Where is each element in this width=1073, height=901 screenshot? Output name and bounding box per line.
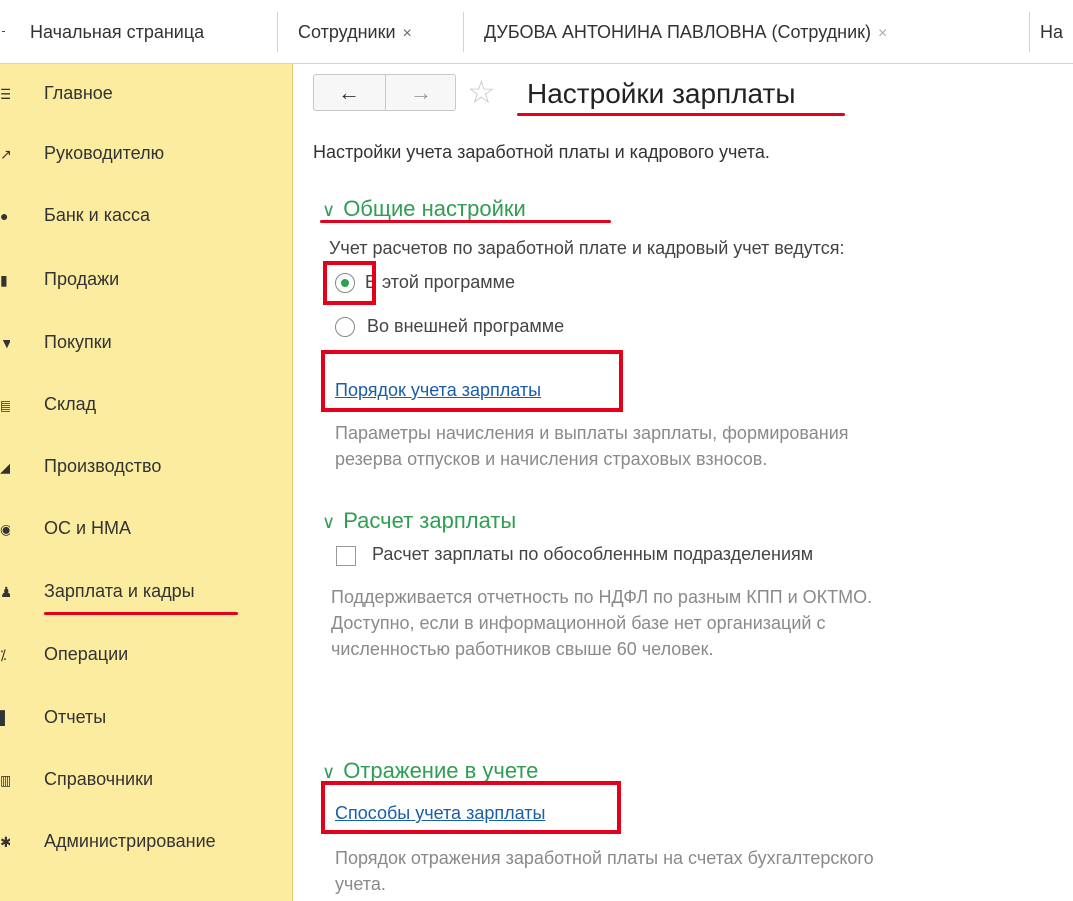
separate-divisions-label[interactable]: Расчет зарплаты по обособленным подразде… [372,544,813,565]
gear-icon: ✱ [0,834,10,850]
tab-salary-settings[interactable]: На [1040,12,1073,52]
payroll-hint: численностью работников свыше 60 человек… [331,639,714,659]
sidebar-item-label: Производство [44,456,162,476]
close-icon[interactable]: × [403,25,412,42]
reference-icon: ▥ [0,772,10,788]
close-icon[interactable]: × [878,25,887,42]
sidebar-item-bank[interactable]: ● Банк и касса [0,194,292,238]
section-title-label: Расчет зарплаты [343,508,517,533]
accounting-hint: Порядок отражения заработной платы на сч… [335,848,874,868]
tab-label: На [1040,22,1064,42]
tab-label: Сотрудники [298,22,396,42]
sidebar-item-sales[interactable]: ▮ Продажи [0,258,292,302]
forward-arrow-icon: → [410,80,432,105]
annotation-underline [44,612,238,615]
payroll-hint: Доступно, если в информационной базе нет… [331,613,826,633]
sidebar-item-label: Зарплата и кадры [44,581,195,601]
bank-icon: ● [0,208,9,224]
sidebar-item-references[interactable]: ▥ Справочники [0,758,292,802]
annotation-underline [517,113,845,116]
history-nav: ← → [313,74,456,111]
production-icon: ◢ [0,459,10,475]
annotation-box [321,350,623,412]
sidebar-item-label: Продажи [44,269,120,289]
link-hint: Параметры начисления и выплаты зарплаты,… [335,423,849,443]
assets-icon: ◉ [0,521,10,537]
sidebar-item-label: Справочники [44,769,154,789]
warehouse-icon: ▤ [0,397,10,413]
sidebar-item-label: Отчеты [44,707,107,727]
sidebar-item-label: Банк и касса [44,205,150,225]
sidebar-item-assets[interactable]: ◉ ОС и НМА [0,507,292,551]
sidebar-item-manager[interactable]: ↗ Руководителю [0,132,292,176]
page-subtitle: Настройки учета заработной платы и кадро… [313,142,770,162]
tab-label: Начальная страница [30,22,205,42]
radio-internal-label[interactable]: В этой программе [365,272,515,293]
sidebar-item-label: Руководителю [44,143,165,163]
chevron-down-icon: ∨ [322,200,336,220]
operations-icon: ⁒ [0,647,7,663]
back-arrow-icon: ← [338,80,360,105]
annotation-underline [320,220,611,223]
sidebar-item-label: Главное [44,83,113,103]
sidebar-item-main[interactable]: ☰ Главное [0,72,292,116]
tab-label: ДУБОВА АНТОНИНА ПАВЛОВНА (Сотрудник) [484,22,871,42]
tab-home[interactable]: Начальная страница [30,12,278,52]
accounting-question: Учет расчетов по заработной плате и кадр… [329,238,845,258]
tab-employees[interactable]: Сотрудники × [288,12,464,52]
sales-icon: ▮ [0,272,8,288]
sidebar-item-reports[interactable]: ▌ Отчеты [0,696,292,740]
sidebar-item-operations[interactable]: ⁒ Операции [0,633,292,677]
sidebar-item-warehouse[interactable]: ▤ Склад [0,383,292,427]
section-title-label: Общие настройки [343,196,526,221]
chevron-down-icon: ∨ [322,762,336,782]
purchases-icon: ▼ [0,335,10,351]
sidebar-item-salary-hr[interactable]: ♟ Зарплата и кадры [0,570,292,614]
tab-edge-mark [2,31,5,32]
accounting-hint: учета. [335,874,386,894]
radio-external-label[interactable]: Во внешней программе [367,316,564,337]
section-title-label: Отражение в учете [343,758,539,783]
sidebar-item-label: Администрирование [44,831,216,851]
section-general-settings[interactable]: ∨ Общие настройки [322,196,526,222]
sidebar: ☰ Главное ↗ Руководителю ● Банк и касса … [0,64,293,901]
tab-bar: Начальная страница Сотрудники × ДУБОВА АН… [0,0,1073,64]
sidebar-item-label: Склад [44,394,97,414]
annotation-box [323,261,376,305]
sidebar-item-administration[interactable]: ✱ Администрирование [0,820,292,864]
person-icon: ♟ [0,584,10,600]
sidebar-item-label: ОС и НМА [44,518,132,538]
sidebar-item-label: Операции [44,644,129,664]
favorite-star-icon[interactable]: ☆ [467,72,496,112]
chevron-down-icon: ∨ [322,512,336,532]
separate-divisions-checkbox[interactable] [336,546,356,566]
tab-employee-card[interactable]: ДУБОВА АНТОНИНА ПАВЛОВНА (Сотрудник) × [474,12,1030,52]
page-title: Настройки зарплаты [527,78,796,109]
menu-lines-icon: ☰ [0,86,10,102]
sidebar-item-purchases[interactable]: ▼ Покупки [0,321,292,365]
section-payroll[interactable]: ∨ Расчет зарплаты [322,508,516,534]
forward-button[interactable]: → [385,75,456,110]
sidebar-item-label: Покупки [44,332,112,352]
back-button[interactable]: ← [314,75,384,110]
link-hint: резерва отпусков и начисления страховых … [335,449,768,469]
arrow-icon: ↗ [0,146,10,162]
sidebar-item-production[interactable]: ◢ Производство [0,445,292,489]
radio-external[interactable] [335,317,355,337]
payroll-hint: Поддерживается отчетность по НДФЛ по раз… [331,587,873,607]
reports-icon: ▌ [0,710,10,726]
annotation-box [321,781,621,834]
